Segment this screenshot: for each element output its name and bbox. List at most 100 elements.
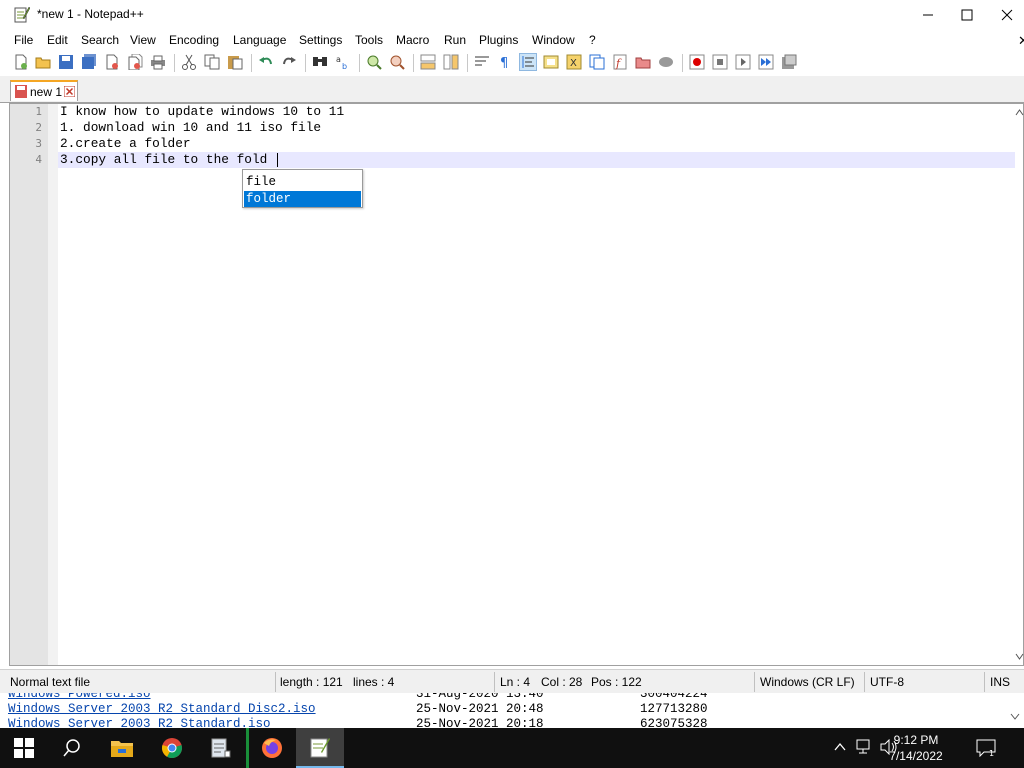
search-button[interactable]: [48, 728, 96, 768]
toolbar-separator: [413, 54, 414, 72]
svg-text:X: X: [570, 58, 577, 69]
tab-close-icon[interactable]: [64, 86, 75, 97]
menu-window[interactable]: Window: [532, 33, 575, 47]
save-macro-icon[interactable]: [781, 54, 797, 70]
file-link[interactable]: Windows Server 2003 R2 Standard Disc2.is…: [8, 702, 316, 716]
notepadpp-app-icon: [14, 6, 30, 23]
notepadpp-icon: [310, 738, 330, 758]
file-link[interactable]: Windows Powered.iso: [8, 693, 151, 701]
indent-guide-icon[interactable]: [519, 53, 537, 71]
status-lines: lines : 4: [353, 675, 395, 689]
network-icon[interactable]: [856, 739, 874, 755]
close-icon[interactable]: [104, 54, 120, 70]
new-file-icon[interactable]: [13, 54, 29, 70]
menu-macro[interactable]: Macro: [396, 33, 429, 47]
line-number: 1: [35, 105, 42, 118]
autocomplete-option[interactable]: file: [244, 174, 361, 190]
print-icon[interactable]: [150, 54, 166, 70]
status-separator: [754, 672, 755, 692]
status-separator: [984, 672, 985, 692]
close-all-icon[interactable]: [127, 54, 143, 70]
menu-plugins[interactable]: Plugins: [479, 33, 518, 47]
cut-icon[interactable]: [181, 54, 197, 70]
code-line[interactable]: 1. download win 10 and 11 iso file: [60, 120, 321, 136]
clock-time: 9:12 PM: [893, 733, 939, 747]
stop-record-icon[interactable]: [712, 54, 728, 70]
monitoring-icon[interactable]: [658, 54, 674, 70]
status-eol[interactable]: Windows (CR LF): [760, 675, 855, 689]
toolbar-separator: [251, 54, 252, 72]
close-doc-x[interactable]: ✕: [1018, 33, 1024, 49]
file-date: 31-Aug-2020 13:40: [416, 693, 544, 701]
paste-icon[interactable]: [227, 54, 243, 70]
zoom-in-icon[interactable]: [366, 54, 382, 70]
save-all-icon[interactable]: [81, 54, 97, 70]
menu-run[interactable]: Run: [444, 33, 466, 47]
menu-encoding[interactable]: Encoding: [169, 33, 219, 47]
window-title: *new 1 - Notepad++: [37, 7, 144, 21]
file-date: 25-Nov-2021 20:18: [416, 717, 544, 728]
menu-tools[interactable]: Tools: [355, 33, 383, 47]
zoom-out-icon[interactable]: [389, 54, 405, 70]
chrome-button[interactable]: [148, 728, 196, 768]
play-macro-icon[interactable]: [735, 54, 751, 70]
vertical-scrollbar[interactable]: [1015, 104, 1024, 665]
tab-new-1[interactable]: new 1: [10, 80, 78, 101]
start-button[interactable]: [0, 728, 48, 768]
menu-settings[interactable]: Settings: [299, 33, 342, 47]
code-line[interactable]: 3.copy all file to the fold: [60, 152, 267, 168]
scroll-down-icon[interactable]: [1010, 713, 1020, 721]
word-wrap-icon[interactable]: [474, 54, 490, 70]
record-macro-icon[interactable]: [689, 54, 705, 70]
find-icon[interactable]: [312, 54, 328, 70]
folder-workspace-icon[interactable]: [635, 54, 651, 70]
autocomplete-option-selected[interactable]: folder: [244, 191, 361, 207]
status-length: length : 121: [280, 675, 343, 689]
redo-icon[interactable]: [281, 54, 297, 70]
firefox-button[interactable]: [246, 728, 294, 768]
file-link[interactable]: Windows Server 2003 R2 Standard.iso: [8, 717, 271, 728]
doc-map-icon[interactable]: X: [566, 54, 582, 70]
undo-icon[interactable]: [258, 54, 274, 70]
show-all-chars-icon[interactable]: ¶: [497, 54, 513, 70]
replace-icon[interactable]: ab: [335, 54, 351, 70]
notepad-app-button[interactable]: [196, 728, 244, 768]
save-icon[interactable]: [58, 54, 74, 70]
firefox-icon: [261, 738, 282, 758]
open-file-icon[interactable]: [35, 54, 51, 70]
sync-horizontal-icon[interactable]: [443, 54, 459, 70]
doc-list-icon[interactable]: [589, 54, 605, 70]
lang-udl-icon[interactable]: [543, 54, 559, 70]
status-mode[interactable]: INS: [990, 675, 1010, 689]
run-macro-multiple-icon[interactable]: [758, 54, 774, 70]
clock[interactable]: 9:12 PM 7/14/2022: [884, 732, 948, 764]
taskbar: 9:12 PM 7/14/2022 1: [0, 728, 1024, 768]
sync-vertical-icon[interactable]: [420, 54, 436, 70]
code-line[interactable]: 2.create a folder: [60, 136, 191, 152]
status-ln: Ln : 4: [500, 675, 531, 689]
line-number: 3: [35, 137, 42, 150]
function-list-icon[interactable]: f: [612, 54, 628, 70]
close-window-button[interactable]: [990, 0, 1024, 30]
toolbar-separator: [467, 54, 468, 72]
line-number: 2: [35, 121, 42, 134]
maximize-button[interactable]: [944, 0, 990, 30]
status-col: Col : 28: [541, 675, 583, 689]
menu-view[interactable]: View: [130, 33, 156, 47]
menu-bar: File Edit Search View Encoding Language …: [0, 30, 1024, 50]
notepadpp-taskbar-button[interactable]: [296, 728, 344, 768]
menu-edit[interactable]: Edit: [47, 33, 68, 47]
notepad-app-icon: [211, 738, 231, 758]
code-line[interactable]: I know how to update windows 10 to 11: [60, 104, 344, 120]
copy-icon[interactable]: [204, 54, 220, 70]
notifications-icon[interactable]: 1: [976, 739, 996, 757]
status-encoding[interactable]: UTF-8: [870, 675, 904, 689]
menu-help[interactable]: ?: [589, 33, 596, 47]
menu-language[interactable]: Language: [233, 33, 286, 47]
chevron-up-icon[interactable]: [834, 742, 846, 752]
file-explorer-button[interactable]: [98, 728, 146, 768]
menu-file[interactable]: File: [14, 33, 33, 47]
svg-text:b: b: [342, 62, 347, 70]
editor-area[interactable]: [9, 103, 1024, 666]
menu-search[interactable]: Search: [81, 33, 119, 47]
